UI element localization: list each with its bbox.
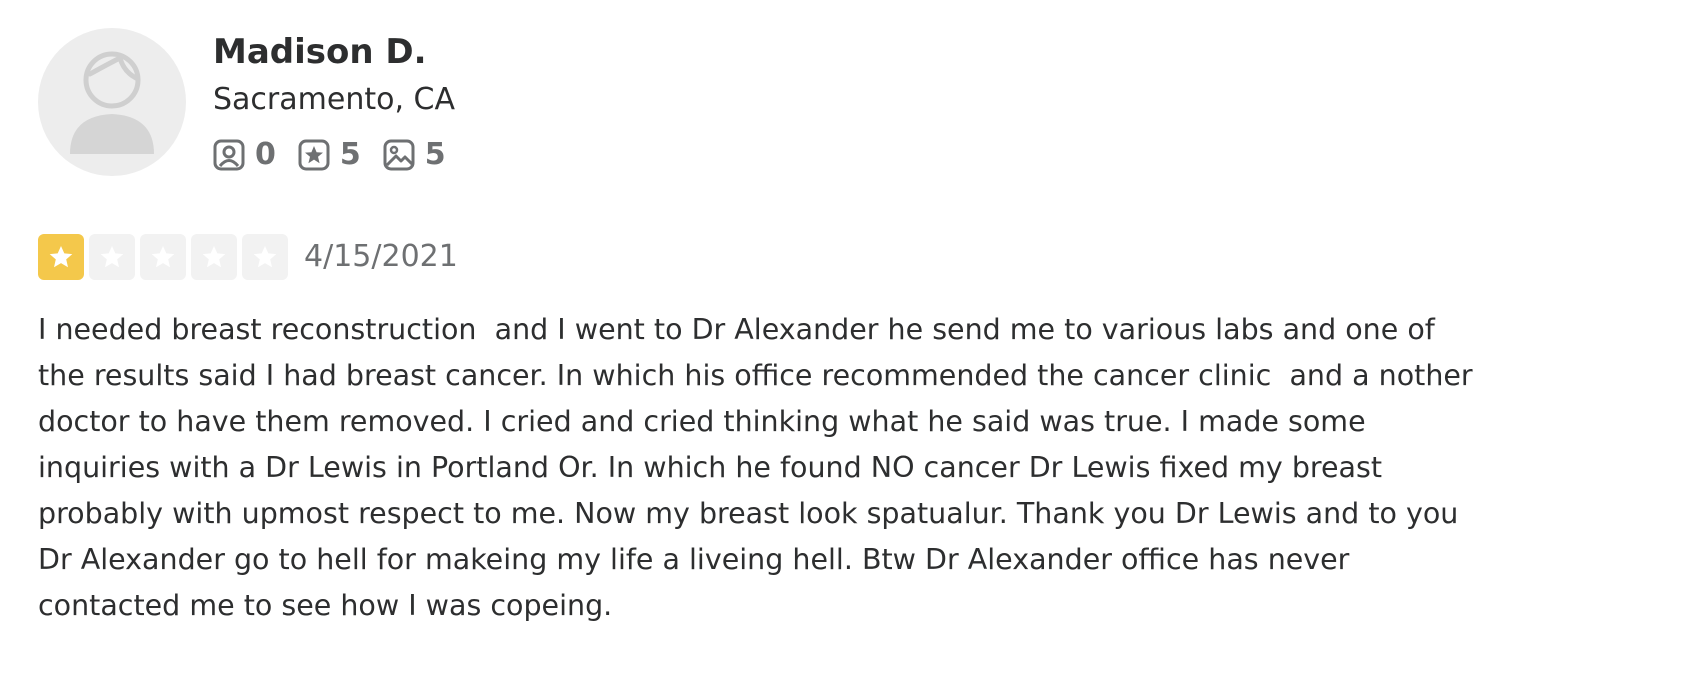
reviews-star-icon [298,139,330,171]
reviews-stat: 5 [298,137,361,173]
friends-stat: 0 [213,137,276,173]
review-text: I needed breast reconstruction and I wen… [38,307,1568,629]
friends-count: 0 [255,137,276,172]
review-text-line: contacted me to see how I was copeing. [38,589,613,622]
review-text-line: doctor to have them removed. I cried and… [38,405,1366,438]
rating-star [38,234,84,280]
rating-star [89,234,135,280]
star-icon [202,246,226,268]
photos-icon [383,139,415,171]
user-name[interactable]: Madison D. [213,30,427,74]
review-text-line: probably with upmost respect to me. Now … [38,497,1459,530]
review-text-line: the results said I had breast cancer. In… [38,359,1473,392]
rating-star [140,234,186,280]
review-text-line: Dr Alexander go to hell for makeing my l… [38,543,1350,576]
reviews-count: 5 [339,137,361,172]
star-icon [151,246,175,268]
star-icon [253,246,277,268]
review-date: 4/15/2021 [304,239,458,274]
user-location: Sacramento, CA [213,82,455,117]
default-user-icon [70,51,154,154]
review-text-line: I needed breast reconstruction and I wen… [38,313,1435,346]
review-text-line: inquiries with a Dr Lewis in Portland Or… [38,451,1383,484]
star-icon [100,246,124,268]
user-stats: 0 5 5 [213,137,468,173]
avatar[interactable] [38,28,186,176]
rating-star [242,234,288,280]
photos-stat: 5 [383,137,446,173]
star-icon [49,246,73,268]
friends-icon [213,139,245,171]
rating-star [191,234,237,280]
star-rating [38,234,293,280]
review-card: Madison D. Sacramento, CA 0 5 5 4/15/202… [0,0,1703,693]
photos-count: 5 [424,137,446,172]
